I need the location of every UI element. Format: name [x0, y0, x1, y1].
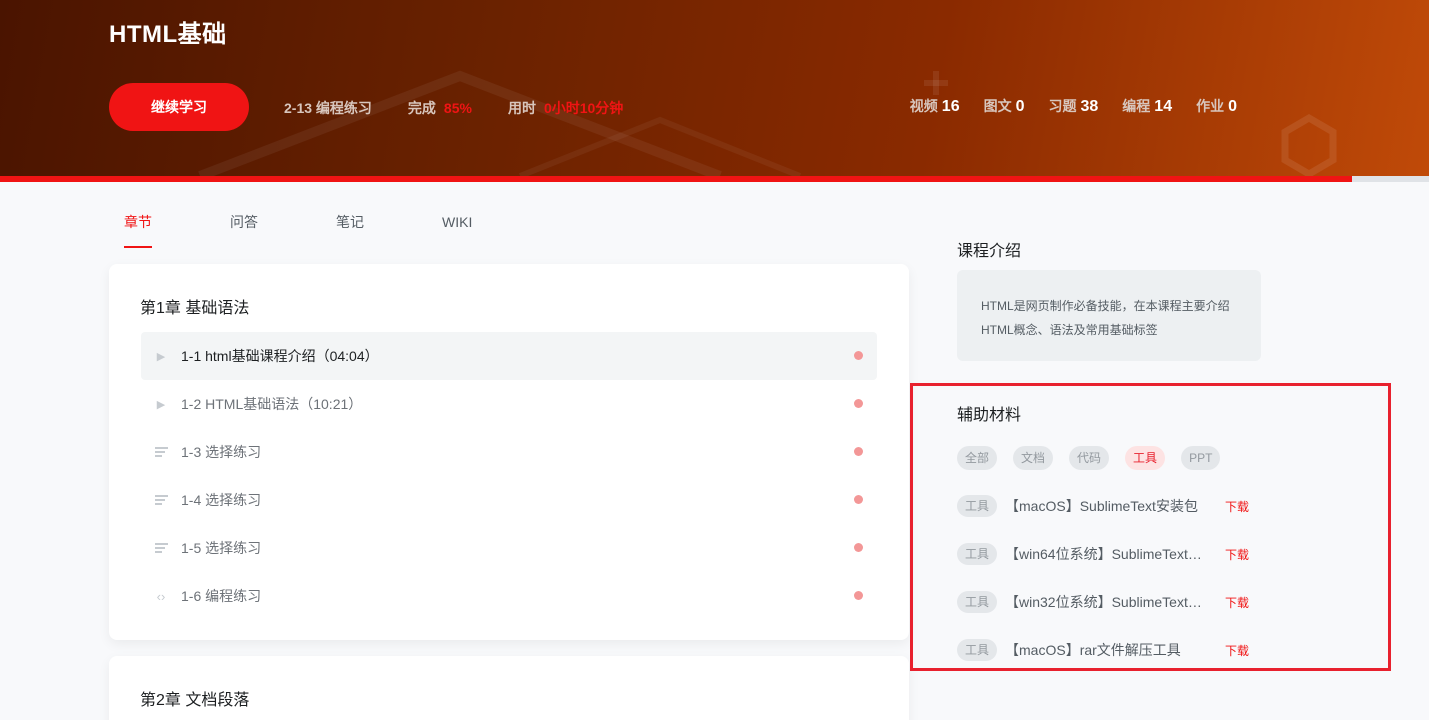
stat-homework: 作业 0 [1196, 98, 1237, 115]
lesson-item[interactable]: ▶ 1-1 html基础课程介绍（04:04） [141, 332, 877, 380]
filter-code[interactable]: 代码 [1069, 446, 1110, 470]
filter-ppt[interactable]: PPT [1181, 446, 1221, 470]
progress-dot-icon [854, 447, 863, 456]
course-tabs: 章节 问答 笔记 WIKI [109, 212, 535, 248]
time-label: 用时 [507, 100, 536, 116]
lesson-title: 1-4 选择练习 [181, 492, 262, 508]
lesson-item[interactable]: 1-5 选择练习 [141, 524, 877, 572]
tab-chapters[interactable]: 章节 [109, 212, 167, 248]
course-progress-fill [0, 176, 1352, 182]
material-item: 工具 【macOS】rar文件解压工具 下载 [957, 638, 1257, 662]
chapter-card: 第2章 文档段落 [109, 656, 909, 720]
material-item: 工具 【win32位系统】SublimeText安装包 下载 [957, 590, 1257, 614]
complete-value: 85% [443, 100, 472, 116]
intro-text-line: HTML是网页制作必备技能，在本课程主要介绍 [981, 299, 1230, 313]
lesson-title: 1-6 编程练习 [181, 588, 262, 604]
download-link[interactable]: 下载 [1225, 642, 1249, 659]
filter-tools[interactable]: 工具 [1125, 446, 1166, 470]
stat-exercise: 习题 38 [1048, 98, 1099, 115]
play-icon: ▶ [156, 398, 166, 411]
list-icon [141, 495, 181, 505]
tab-wiki[interactable]: WIKI [427, 212, 487, 248]
lesson-title: 1-2 HTML基础语法（10:21） [181, 396, 363, 412]
filter-all[interactable]: 全部 [957, 446, 998, 470]
lesson-item[interactable]: 1-4 选择练习 [141, 476, 877, 524]
lesson-title: 1-5 选择练习 [181, 540, 262, 556]
current-lesson-link[interactable]: 2-13 编程练习 [284, 98, 372, 118]
material-name: 【win64位系统】SublimeText安装包 [1005, 546, 1211, 562]
material-tag: 工具 [957, 495, 998, 517]
download-link[interactable]: 下载 [1225, 546, 1249, 563]
code-icon: ‹› [156, 588, 166, 604]
progress-dot-icon [854, 351, 863, 360]
course-stats: 视频 16 图文 0 习题 38 编程 14 作业 0 [886, 96, 1237, 116]
chapter-card: 第1章 基础语法 ▶ 1-1 html基础课程介绍（04:04） ▶ 1-2 H… [109, 264, 909, 640]
download-link[interactable]: 下载 [1225, 498, 1249, 515]
course-progress-bar [0, 176, 1429, 182]
progress-dot-icon [854, 543, 863, 552]
stat-video: 视频 16 [909, 98, 960, 115]
chapter-title: 第2章 文档段落 [140, 692, 250, 709]
stat-article: 图文 0 [983, 98, 1025, 115]
learning-progress: 2-13 编程练习 完成 85% 用时 0小时10分钟 [284, 98, 623, 118]
list-icon [141, 543, 181, 553]
materials-title: 辅助材料 [957, 407, 1022, 424]
continue-learning-button[interactable]: 继续学习 [109, 83, 249, 131]
progress-dot-icon [854, 399, 863, 408]
lesson-title: 1-1 html基础课程介绍（04:04） [181, 348, 379, 364]
lesson-title: 1-3 选择练习 [181, 444, 262, 460]
materials-filter: 全部 文档 代码 工具 PPT [957, 446, 1236, 470]
intro-text-line: HTML概念、语法及常用基础标签 [981, 323, 1158, 337]
intro-title: 课程介绍 [957, 243, 1022, 260]
material-tag: 工具 [957, 543, 998, 565]
intro-box: HTML是网页制作必备技能，在本课程主要介绍 HTML概念、语法及常用基础标签 [957, 270, 1261, 361]
list-icon [141, 447, 181, 457]
material-name: 【win32位系统】SublimeText安装包 [1005, 594, 1211, 610]
materials-highlight-frame [910, 383, 1391, 671]
material-item: 工具 【macOS】SublimeText安装包 下载 [957, 494, 1257, 518]
course-title: HTML基础 [109, 21, 227, 48]
time-value: 0小时10分钟 [543, 100, 624, 116]
complete-label: 完成 [407, 100, 436, 116]
material-name: 【macOS】SublimeText安装包 [1005, 498, 1198, 514]
download-link[interactable]: 下载 [1225, 594, 1249, 611]
lesson-item[interactable]: ▶ 1-2 HTML基础语法（10:21） [141, 380, 877, 428]
play-icon: ▶ [156, 350, 166, 363]
material-name: 【macOS】rar文件解压工具 [1005, 642, 1181, 658]
material-tag: 工具 [957, 639, 998, 661]
progress-dot-icon [854, 495, 863, 504]
filter-docs[interactable]: 文档 [1013, 446, 1054, 470]
chapter-title: 第1章 基础语法 [140, 300, 250, 317]
material-tag: 工具 [957, 591, 998, 613]
material-item: 工具 【win64位系统】SublimeText安装包 下载 [957, 542, 1257, 566]
lesson-item[interactable]: ‹› 1-6 编程练习 [141, 572, 877, 620]
tab-qa[interactable]: 问答 [215, 212, 273, 248]
progress-dot-icon [854, 591, 863, 600]
tab-notes[interactable]: 笔记 [321, 212, 379, 248]
lesson-item[interactable]: 1-3 选择练习 [141, 428, 877, 476]
stat-coding: 编程 14 [1122, 98, 1173, 115]
course-header: HTML基础 继续学习 2-13 编程练习 完成 85% 用时 0小时10分钟 … [0, 0, 1429, 176]
